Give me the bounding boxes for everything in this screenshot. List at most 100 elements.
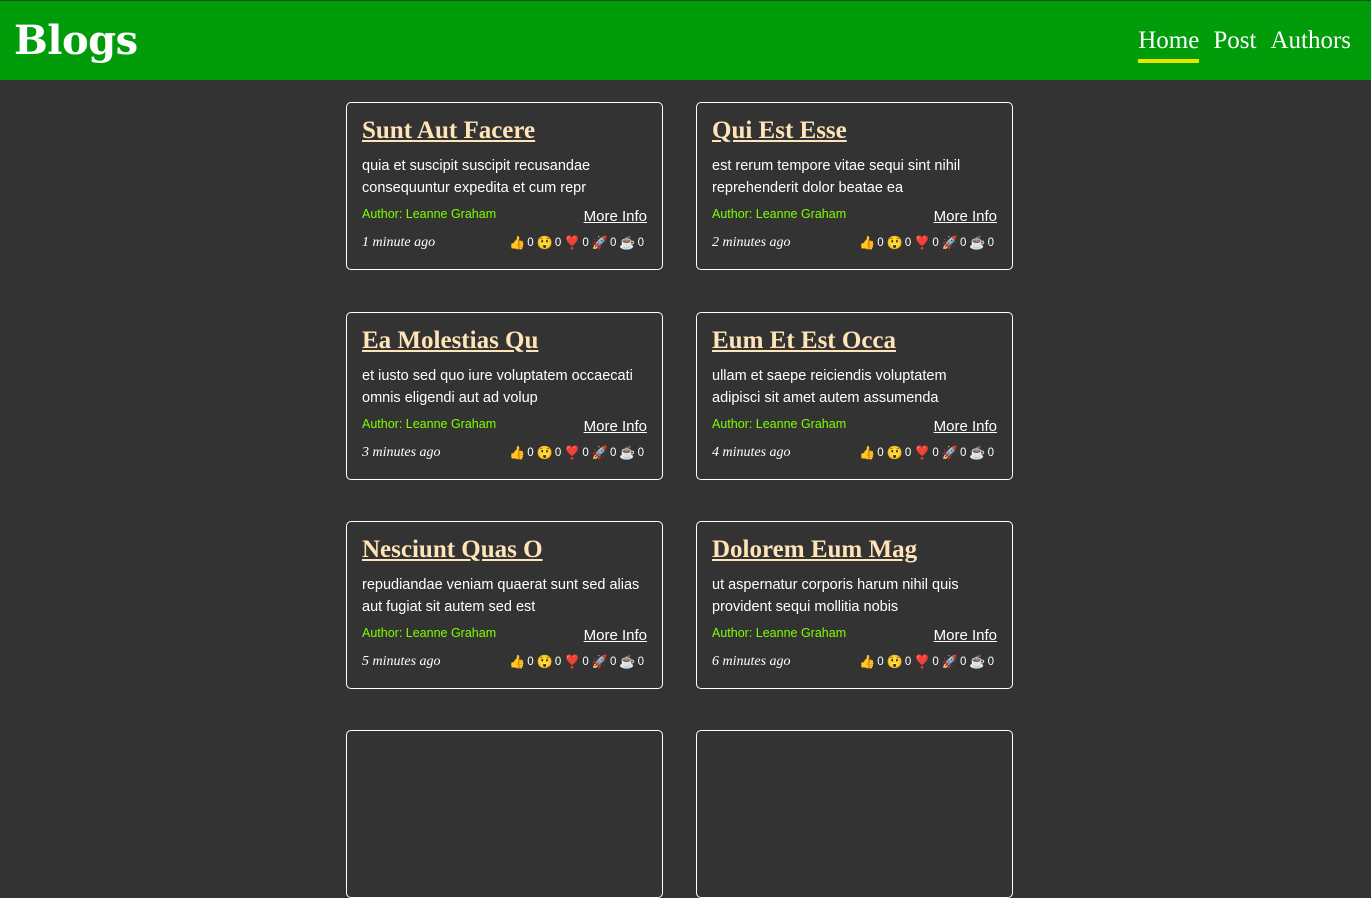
reaction-button[interactable]: ❣️ 0 [914,236,939,249]
reaction-button[interactable]: 🚀 0 [942,236,967,249]
post-title[interactable]: Ea Molestias Qu [362,327,538,355]
reaction-count: 0 [637,446,644,459]
more-info-link[interactable]: More Info [934,208,997,225]
more-info-link[interactable]: More Info [584,627,647,644]
reaction-button[interactable]: ☕ 0 [619,655,644,668]
reaction-count: 0 [877,446,884,459]
coffee-icon: ☕ [619,445,636,460]
thumbs-up-icon: 👍 [859,235,876,250]
rocket-icon: 🚀 [591,235,608,250]
reaction-button[interactable]: 🚀 0 [942,655,967,668]
post-author: Author: Leanne Graham [362,207,497,221]
thumbs-up-icon: 👍 [509,654,526,669]
coffee-icon: ☕ [619,235,636,250]
reaction-button[interactable]: ☕ 0 [969,655,994,668]
reaction-count: 0 [987,446,994,459]
reaction-bar: 👍 0 😲 0 ❣️ 0 🚀 0 ☕ 0 [859,446,994,459]
post-author: Author: Leanne Graham [362,626,497,640]
thumbs-up-icon: 👍 [859,445,876,460]
reaction-count: 0 [582,236,589,249]
reaction-button[interactable]: 👍 0 [509,446,534,459]
reaction-count: 0 [610,236,617,249]
reaction-count: 0 [877,236,884,249]
heart-exclamation-icon: ❣️ [914,654,931,669]
post-grid: Sunt Aut Facere quia et suscipit suscipit… [0,0,1371,898]
reaction-count: 0 [904,655,912,668]
post-title[interactable]: Dolorem Eum Mag [712,536,917,564]
reaction-count: 0 [932,446,939,459]
reaction-bar: 👍 0 😲 0 ❣️ 0 🚀 0 ☕ 0 [859,655,994,668]
heart-exclamation-icon: ❣️ [914,235,931,250]
reaction-count: 0 [932,655,939,668]
post-author: Author: Leanne Graham [712,626,847,640]
reaction-button[interactable]: 🚀 0 [592,236,617,249]
post-timestamp: 5 minutes ago [362,654,441,669]
surprised-face-icon: 😲 [536,235,553,250]
reaction-button[interactable]: 🚀 0 [942,446,967,459]
reaction-button[interactable]: 😲 0 [887,236,912,249]
reaction-count: 0 [582,655,589,668]
reaction-button[interactable]: 😲 0 [537,655,562,668]
reaction-bar: 👍 0 😲 0 ❣️ 0 🚀 0 ☕ 0 [509,236,644,249]
post-card: Qui Est Esse est rerum tempore vitae sequ… [696,102,1013,270]
reaction-button[interactable]: 👍 0 [859,446,884,459]
post-title[interactable]: Nesciunt Quas O [362,536,543,564]
more-info-link[interactable]: More Info [584,418,647,435]
post-card: Sunt Aut Facere quia et suscipit suscipit… [346,102,663,270]
post-author: Author: Leanne Graham [362,417,497,431]
reaction-button[interactable]: 🚀 0 [592,446,617,459]
reaction-button[interactable]: 👍 0 [859,655,884,668]
reaction-count: 0 [582,446,589,459]
post-title[interactable]: Qui Est Esse [712,117,847,145]
reaction-count: 0 [610,655,617,668]
reaction-button[interactable]: ☕ 0 [969,446,994,459]
reaction-button[interactable]: 👍 0 [509,655,534,668]
reaction-button[interactable]: 👍 0 [859,236,884,249]
reaction-count: 0 [554,236,562,249]
post-timestamp: 2 minutes ago [712,235,791,250]
reaction-button[interactable]: ❣️ 0 [564,236,589,249]
reaction-button[interactable]: 😲 0 [887,655,912,668]
reaction-count: 0 [554,655,562,668]
reaction-count: 0 [610,446,617,459]
reaction-button[interactable]: 😲 0 [537,236,562,249]
thumbs-up-icon: 👍 [509,235,526,250]
post-excerpt: est rerum tempore vitae sequi sint nihil… [712,158,961,196]
coffee-icon: ☕ [969,654,986,669]
more-info-link[interactable]: More Info [584,208,647,225]
reaction-button[interactable]: 😲 0 [887,446,912,459]
reaction-button[interactable]: ❣️ 0 [914,446,939,459]
rocket-icon: 🚀 [941,445,958,460]
reaction-button[interactable]: 🚀 0 [592,655,617,668]
reaction-bar: 👍 0 😲 0 ❣️ 0 🚀 0 ☕ 0 [509,655,644,668]
reaction-button[interactable]: ❣️ 0 [564,655,589,668]
reaction-button[interactable]: ❣️ 0 [564,446,589,459]
post-timestamp: 3 minutes ago [362,445,441,460]
coffee-icon: ☕ [969,235,986,250]
more-info-link[interactable]: More Info [934,418,997,435]
rocket-icon: 🚀 [941,235,958,250]
reaction-button[interactable]: ☕ 0 [969,236,994,249]
post-card: Eum Et Est Occa ullam et saepe reiciendis… [696,312,1013,480]
reaction-count: 0 [527,236,534,249]
reaction-button[interactable]: 😲 0 [537,446,562,459]
reaction-count: 0 [637,655,644,668]
post-card: Nesciunt Quas O repudiandae veniam quaera… [346,521,663,689]
thumbs-up-icon: 👍 [509,445,526,460]
post-excerpt: repudiandae veniam quaerat sunt sed alia… [362,577,640,615]
reaction-count: 0 [987,236,994,249]
more-info-link[interactable]: More Info [934,627,997,644]
reaction-count: 0 [904,236,912,249]
reaction-button[interactable]: ❣️ 0 [914,655,939,668]
reaction-button[interactable]: ☕ 0 [619,446,644,459]
reaction-button[interactable]: ☕ 0 [619,236,644,249]
post-author: Author: Leanne Graham [712,207,847,221]
reaction-button[interactable]: 👍 0 [509,236,534,249]
reaction-count: 0 [637,236,644,249]
post-card-partial [696,730,1013,898]
reaction-count: 0 [554,446,562,459]
rocket-icon: 🚀 [591,445,608,460]
post-title[interactable]: Eum Et Est Occa [712,327,896,355]
post-title[interactable]: Sunt Aut Facere [362,117,535,145]
thumbs-up-icon: 👍 [859,654,876,669]
